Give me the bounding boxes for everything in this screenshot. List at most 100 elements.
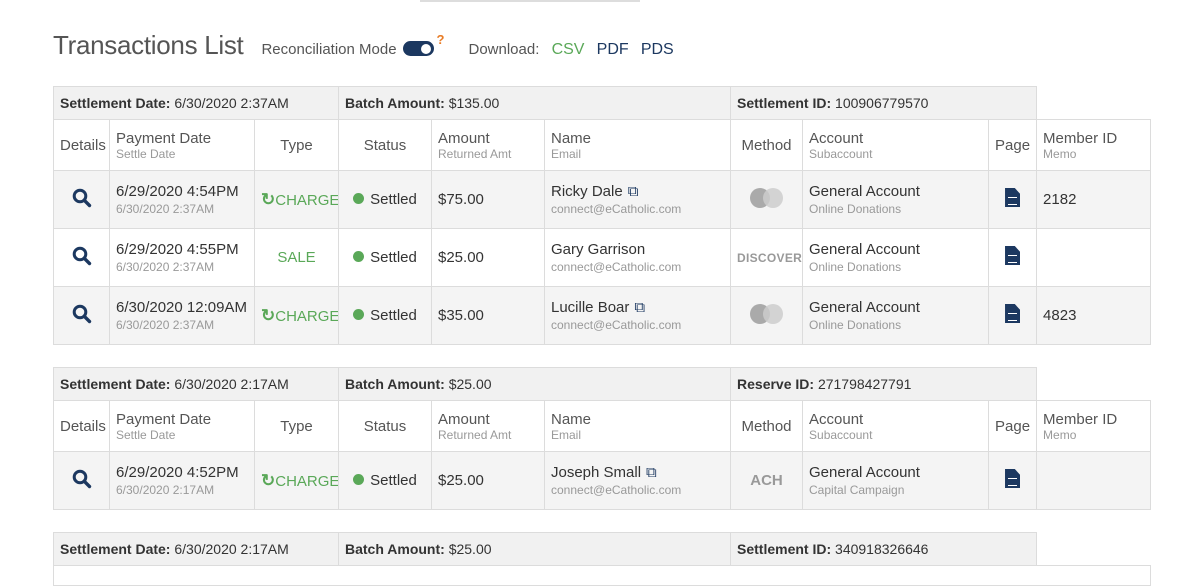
table-row[interactable]: 6/29/2020 4:54PM 6/30/2020 2:37AM ↻CHARGE S…: [53, 170, 1152, 229]
column-header-amount[interactable]: Amount Returned Amt: [431, 400, 545, 452]
column-header-member-id[interactable]: Member ID Memo: [1036, 119, 1152, 171]
column-header-type[interactable]: Type: [254, 119, 339, 171]
status-cell: Settled: [338, 170, 432, 229]
reconciliation-mode-label: Reconciliation Mode: [261, 41, 397, 58]
column-header-sublabel: Settle Date: [116, 427, 176, 442]
column-header-amount[interactable]: Amount Returned Amt: [431, 119, 545, 171]
status-dot-icon: [353, 251, 365, 262]
column-header-page[interactable]: Page: [988, 400, 1038, 452]
table-row[interactable]: 6/29/2020 4:55PM 6/30/2020 2:37AM SALE Sett…: [53, 228, 1152, 287]
settlement-date: Settlement Date: 6/30/2020 2:37AM: [53, 86, 339, 120]
column-header-label: Details: [60, 136, 106, 154]
account-cell: General Account Online Donations: [802, 170, 990, 229]
settle-date: 6/30/2020 2:37AM: [116, 202, 215, 216]
column-header-label: Member ID: [1043, 410, 1118, 428]
column-header-status[interactable]: Status: [338, 119, 432, 171]
document-icon[interactable]: [1005, 304, 1021, 323]
download-csv-link[interactable]: CSV: [552, 41, 585, 58]
donor-email: connect@eCatholic.com: [551, 318, 682, 332]
column-header-type[interactable]: Type: [254, 400, 339, 452]
search-icon[interactable]: [72, 469, 92, 489]
column-header-payment-date[interactable]: Payment Date Settle Date: [109, 400, 255, 452]
document-icon[interactable]: [1005, 469, 1021, 488]
batch-amount-value: $25.00: [448, 541, 492, 557]
column-header-label: Member ID: [1043, 129, 1118, 147]
table-row[interactable]: 6/29/2020 4:52PM 6/30/2020 2:17AM ↻CHARGE S…: [53, 451, 1152, 510]
column-header-details[interactable]: Details: [53, 400, 110, 452]
settle-date: 6/30/2020 2:37AM: [116, 260, 215, 274]
column-header-row: Details Payment Date Settle Date Type Status…: [53, 400, 1152, 452]
column-header-account[interactable]: Account Subaccount: [802, 119, 990, 171]
settlement-header-row: Settlement Date: 6/30/2020 2:37AM Batch A…: [53, 86, 1151, 120]
download-pds-link[interactable]: PDS: [641, 41, 674, 58]
column-header-payment-date[interactable]: Payment Date Settle Date: [109, 119, 255, 171]
member-id: 2182: [1043, 191, 1077, 208]
donor-name: Ricky Dale: [551, 183, 623, 200]
column-header-page[interactable]: Page: [988, 119, 1038, 171]
search-icon[interactable]: [72, 246, 92, 266]
column-header-account[interactable]: Account Subaccount: [802, 400, 990, 452]
payment-date-cell: 6/30/2020 12:09AM 6/30/2020 2:37AM: [109, 286, 255, 345]
settlement-id-value: 271798427791: [817, 376, 912, 392]
account: General Account: [809, 241, 920, 258]
transactions-table: Settlement Date: 6/30/2020 2:37AM Batch A…: [53, 86, 1152, 345]
partial-cell: [52, 565, 1152, 586]
column-header-label: Payment Date: [116, 129, 212, 147]
transaction-type: CHARGE: [275, 191, 339, 209]
help-icon[interactable]: ?: [437, 32, 445, 47]
column-header-sublabel: Email: [551, 146, 582, 161]
external-link-icon[interactable]: ⧉: [628, 183, 639, 200]
column-header-label: Status: [363, 417, 407, 435]
account: General Account: [809, 299, 920, 316]
method-cell: ACH: [730, 451, 804, 510]
account: General Account: [809, 464, 920, 481]
subaccount: Online Donations: [809, 260, 902, 274]
column-header-row: Details Payment Date Settle Date Type Status…: [53, 119, 1152, 171]
ach-icon: ACH: [750, 472, 783, 489]
account-cell: General Account Online Donations: [802, 286, 990, 345]
status-cell: Settled: [338, 228, 432, 287]
column-header-member-id[interactable]: Member ID Memo: [1036, 400, 1152, 452]
external-link-icon[interactable]: ⧉: [634, 299, 645, 316]
amount-cell: $35.00: [431, 286, 545, 345]
donor-email: connect@eCatholic.com: [551, 202, 682, 216]
search-icon[interactable]: [72, 188, 92, 208]
external-link-icon[interactable]: ⧉: [646, 464, 657, 481]
search-icon[interactable]: [72, 304, 92, 324]
document-icon[interactable]: [1005, 188, 1021, 207]
reconciliation-mode-toggle[interactable]: [402, 41, 434, 56]
column-header-label: Name: [551, 129, 592, 147]
name-cell: Ricky Dale ⧉ connect@eCatholic.com: [543, 170, 732, 229]
status-cell: Settled: [338, 451, 432, 510]
document-icon[interactable]: [1005, 246, 1021, 265]
column-header-method[interactable]: Method: [730, 119, 804, 171]
page-title: Transactions List: [53, 30, 244, 60]
settle-date: 6/30/2020 2:17AM: [116, 483, 215, 497]
payment-date-cell: 6/29/2020 4:55PM 6/30/2020 2:37AM: [109, 228, 255, 287]
download-pdf-link[interactable]: PDF: [597, 41, 629, 58]
settlement-section: Settlement Date: 6/30/2020 2:37AM Batch A…: [53, 86, 1152, 345]
settlement-header-row: Settlement Date: 6/30/2020 2:17AM Batch A…: [53, 532, 1151, 566]
column-header-status[interactable]: Status: [338, 400, 432, 452]
type-cell: SALE: [254, 228, 339, 287]
column-header-label: Type: [280, 136, 313, 154]
transaction-type: CHARGE: [275, 307, 339, 325]
payment-date: 6/29/2020 4:52PM: [116, 464, 239, 481]
column-header-method[interactable]: Method: [730, 400, 804, 452]
table-row[interactable]: 6/30/2020 12:09AM 6/30/2020 2:37AM ↻CHARGE…: [53, 286, 1152, 345]
settlement-id-label: Settlement ID:: [737, 541, 832, 557]
status-text: Settled: [370, 307, 417, 324]
status-cell: Settled: [338, 286, 432, 345]
column-header-name[interactable]: Name Email: [543, 119, 732, 171]
method-cell: [730, 170, 804, 229]
download-label: Download:: [468, 41, 540, 58]
column-header-details[interactable]: Details: [53, 119, 110, 171]
page-cell: [988, 451, 1038, 510]
column-header-name[interactable]: Name Email: [543, 400, 732, 452]
donor-name: Joseph Small: [551, 464, 642, 481]
type-cell: ↻CHARGE: [254, 451, 339, 510]
settlement-date-label: Settlement Date:: [60, 95, 171, 111]
donor-email: connect@eCatholic.com: [551, 260, 682, 274]
donor-email: connect@eCatholic.com: [551, 483, 682, 497]
type-cell: ↻CHARGE: [254, 170, 339, 229]
